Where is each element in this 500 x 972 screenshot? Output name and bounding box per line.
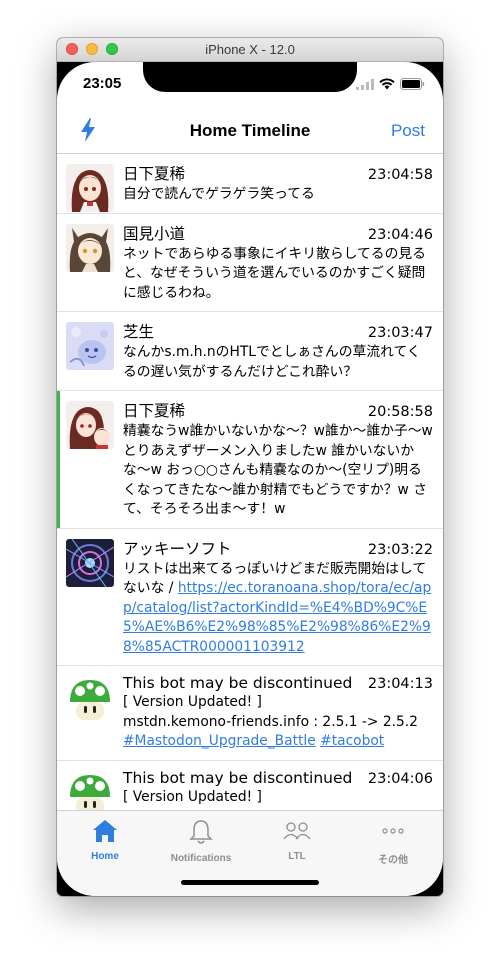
page-title: Home Timeline xyxy=(189,121,311,140)
post-text: [ Version Updated! ] xyxy=(123,694,262,710)
timeline-post[interactable]: This bot may be discontinued 23:04:06 [ … xyxy=(57,761,443,810)
post-body: [ Version Updated! ] xyxy=(123,788,262,805)
phone-screen: 23:05 Home Timeline Post 日下夏稀 23:04:58 自… xyxy=(57,62,443,896)
post-body: 精嚢なうw誰かいないかな〜？w誰か〜誰か子〜w とりあえずザーメン入りましたw … xyxy=(123,423,433,517)
avatar[interactable] xyxy=(66,770,114,810)
avatar[interactable] xyxy=(66,401,114,449)
avatar[interactable] xyxy=(66,322,114,370)
signal-icon xyxy=(356,78,374,90)
post-time: 23:04:06 xyxy=(367,770,433,787)
bell-icon xyxy=(189,820,213,844)
post-body: 自分で読んでゲラゲラ笑ってる xyxy=(123,186,315,202)
timeline-post[interactable]: 日下夏稀 20:58:58 精嚢なうw誰かいないかな〜？w誰か〜誰か子〜w とり… xyxy=(57,391,443,529)
tab-label: その他 xyxy=(378,855,408,866)
tab-label: LTL xyxy=(288,851,306,862)
tab-ltl[interactable]: LTL xyxy=(249,819,345,862)
timeline-list[interactable]: 日下夏稀 23:04:58 自分で読んでゲラゲラ笑ってる 国見小道 23:04:… xyxy=(57,154,443,810)
avatar[interactable] xyxy=(66,223,114,272)
simulator-window: iPhone X - 12.0 23:05 Home Timeline Post… xyxy=(57,38,443,896)
avatar[interactable] xyxy=(66,538,114,587)
post-text: mstdn.kemono-friends.info : 2.5.1 -> 2.5… xyxy=(123,713,418,730)
tab-notifications[interactable]: Notifications xyxy=(153,819,249,864)
home-icon xyxy=(93,820,117,842)
post-author: 芝生 xyxy=(123,323,155,341)
tab-more[interactable]: その他 xyxy=(345,819,441,866)
post-time: 23:04:46 xyxy=(367,226,433,243)
status-icons xyxy=(356,78,425,90)
post-author: This bot may be discontinued xyxy=(123,768,353,787)
post-time: 23:04:58 xyxy=(367,167,433,183)
post-time: 23:03:22 xyxy=(367,541,433,558)
tab-label: Home xyxy=(91,851,119,862)
simulator-titlebar: iPhone X - 12.0 xyxy=(57,38,443,62)
tab-home[interactable]: Home xyxy=(57,819,153,862)
timeline-post[interactable]: This bot may be discontinued 23:04:13 [ … xyxy=(57,666,443,761)
timeline-post[interactable]: 日下夏稀 23:04:58 自分で読んでゲラゲラ笑ってる xyxy=(57,154,443,214)
post-author: 国見小道 xyxy=(123,224,186,243)
navigation-bar: Home Timeline Post xyxy=(57,108,443,154)
avatar[interactable] xyxy=(66,164,114,212)
post-author: アッキーソフト xyxy=(123,539,232,558)
home-indicator xyxy=(181,880,319,885)
wifi-icon xyxy=(379,78,395,90)
avatar[interactable] xyxy=(66,676,114,724)
more-icon xyxy=(382,828,404,834)
post-body: リストは出来てるっぽいけどまだ販売開始はしてないな / https://ec.t… xyxy=(123,560,433,658)
post-author: 日下夏稀 xyxy=(123,165,186,183)
post-time: 20:58:58 xyxy=(367,404,433,420)
simulator-title: iPhone X - 12.0 xyxy=(205,42,295,57)
timeline-post[interactable]: 芝生 23:03:47 なんかs.m.h.nのHTLでとしぁさんの草流れてくるの… xyxy=(57,312,443,391)
status-time: 23:05 xyxy=(83,75,122,92)
post-time: 23:03:47 xyxy=(367,325,433,341)
hashtag-link[interactable]: #Mastodon_Upgrade_Battle xyxy=(123,733,316,749)
people-icon xyxy=(283,822,311,840)
notch xyxy=(143,62,357,92)
timeline-post[interactable]: アッキーソフト 23:03:22 リストは出来てるっぽいけどまだ販売開始はしてな… xyxy=(57,529,443,666)
post-button[interactable]: Post xyxy=(391,121,425,141)
post-author: This bot may be discontinued xyxy=(123,674,353,692)
battery-icon xyxy=(400,78,425,90)
post-body: なんかs.m.h.nのHTLでとしぁさんの草流れてくるの遅い気がするんだけどこれ… xyxy=(123,344,421,380)
post-author: 日下夏稀 xyxy=(123,402,186,420)
hashtag-link[interactable]: #tacobot xyxy=(320,733,384,749)
post-body: [ Version Updated! ] mstdn.kemono-friend… xyxy=(123,693,433,752)
tab-label: Notifications xyxy=(170,853,232,864)
post-time: 23:04:13 xyxy=(367,676,433,692)
timeline-post[interactable]: 国見小道 23:04:46 ネットであらゆる事象にイキリ散らしてるの見ると、なぜ… xyxy=(57,214,443,312)
post-body: ネットであらゆる事象にイキリ散らしてるの見ると、なぜそういう道を選んでいるのかす… xyxy=(123,245,426,301)
